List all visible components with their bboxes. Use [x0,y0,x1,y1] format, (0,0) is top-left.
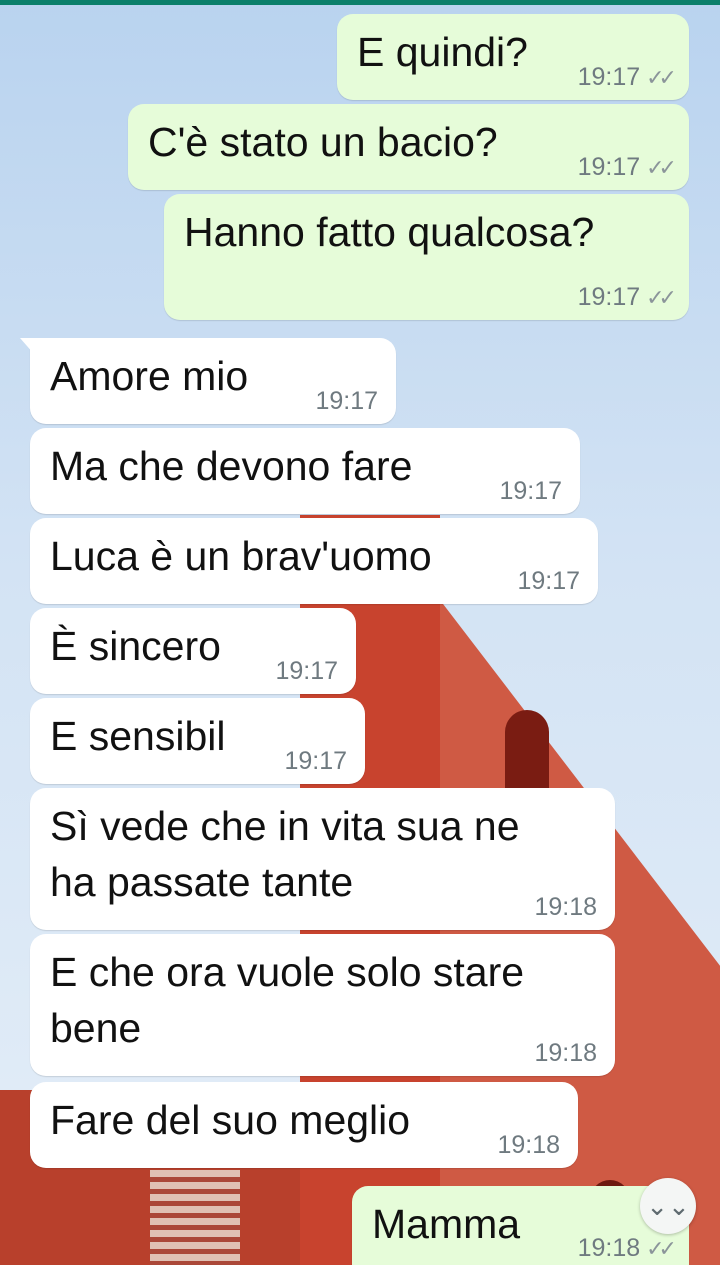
message-time: 19:18 [497,1131,560,1159]
message-bubble-outgoing[interactable]: E quindi? 19:17 ✓✓ [337,14,689,100]
message-bubble-outgoing[interactable]: Mamma 19:18 ✓✓ [352,1186,689,1265]
message-bubble-incoming[interactable]: Fare del suo meglio 19:18 [30,1082,578,1168]
message-text: Luca è un brav'uomo [50,533,432,579]
message-time: 19:18 [534,893,597,921]
message-text: E che ora vuole solo stare bene [50,949,525,1051]
double-chevron-down-icon: ⌄⌄ [646,1191,690,1221]
message-bubble-outgoing[interactable]: C'è stato un bacio? 19:17 ✓✓ [128,104,689,190]
message-time: 19:17 [577,283,641,311]
double-check-icon: ✓✓ [646,65,677,90]
message-bubble-incoming[interactable]: E che ora vuole solo stare bene 19:18 [30,934,615,1076]
message-list[interactable]: E quindi? 19:17 ✓✓ C'è stato un bacio? 19… [0,0,720,1265]
message-bubble-incoming[interactable]: Ma che devono fare 19:17 [30,428,580,514]
message-time: 19:18 [534,1039,597,1067]
message-text: Sì vede che in vita sua ne ha passate ta… [50,803,520,905]
message-meta: 19:18 ✓✓ [577,1234,677,1262]
message-bubble-incoming[interactable]: Sì vede che in vita sua ne ha passate ta… [30,788,615,930]
message-bubble-incoming[interactable]: E sensibil 19:17 [30,698,365,784]
message-time: 19:17 [275,657,338,685]
message-meta: 19:17 ✓✓ [577,63,677,91]
message-time: 19:17 [517,567,580,595]
scroll-to-bottom-button[interactable]: ⌄⌄ [640,1178,696,1234]
double-check-icon: ✓✓ [646,1236,677,1261]
message-meta: 19:17 ✓✓ [577,283,677,311]
message-text: Hanno fatto qualcosa? [184,209,595,255]
message-text: E sensibil [50,713,226,759]
message-text: Fare del suo meglio [50,1097,411,1143]
message-text: C'è stato un bacio? [148,119,498,165]
message-text: Mamma [372,1201,521,1247]
message-meta: 19:17 ✓✓ [577,153,677,181]
message-text: Ma che devono fare [50,443,413,489]
message-bubble-outgoing[interactable]: Hanno fatto qualcosa? 19:17 ✓✓ [164,194,689,320]
double-check-icon: ✓✓ [646,155,677,180]
message-text: E quindi? [357,29,528,75]
message-time: 19:17 [577,63,641,91]
double-check-icon: ✓✓ [646,285,677,310]
message-time: 19:18 [577,1234,641,1262]
message-text: È sincero [50,623,221,669]
message-text: Amore mio [50,353,249,399]
message-time: 19:17 [284,747,347,775]
message-bubble-incoming[interactable]: È sincero 19:17 [30,608,356,694]
message-time: 19:17 [577,153,641,181]
message-bubble-incoming[interactable]: Luca è un brav'uomo 19:17 [30,518,598,604]
message-time: 19:17 [315,387,378,415]
message-bubble-incoming[interactable]: Amore mio 19:17 [20,338,396,424]
message-time: 19:17 [499,477,562,505]
bubble-tail [20,338,34,354]
